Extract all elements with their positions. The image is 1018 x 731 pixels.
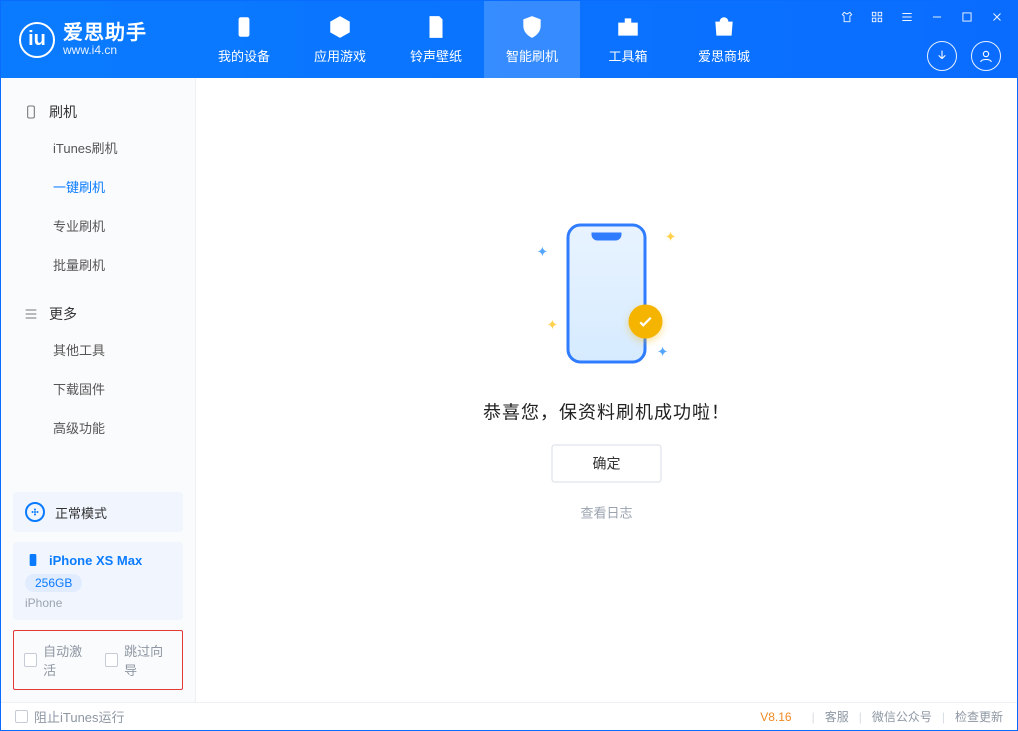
music-file-icon (423, 14, 449, 40)
footer-link-support[interactable]: 客服 (825, 708, 849, 725)
sidebar-item-download-firmware[interactable]: 下载固件 (1, 369, 195, 408)
sparkle-icon: ✦ (547, 317, 559, 334)
checkbox-box (105, 653, 118, 667)
tab-toolbox[interactable]: 工具箱 (580, 1, 676, 78)
separator: | (942, 710, 945, 724)
menu-icon[interactable] (897, 7, 917, 27)
success-panel: ✦ ✦ ✦ ✦ 恭喜您，保资料刷机成功啦！ 确定 查看日志 (483, 209, 730, 522)
window-controls (837, 7, 1007, 27)
footer-link-wechat[interactable]: 微信公众号 (872, 708, 932, 725)
app-url: www.i4.cn (63, 44, 147, 57)
cube-icon (327, 14, 353, 40)
checkbox-label: 阻止iTunes运行 (34, 707, 125, 726)
tab-apps[interactable]: 应用游戏 (292, 1, 388, 78)
tab-label: 智能刷机 (506, 46, 558, 65)
footer-right: V8.16 | 客服 | 微信公众号 | 检查更新 (760, 708, 1003, 725)
sidebar-item-one-click-flash[interactable]: 一键刷机 (1, 167, 195, 206)
phone-icon (23, 104, 39, 120)
sparkle-icon: ✦ (665, 229, 677, 246)
logo-text: 爱思助手 www.i4.cn (63, 22, 147, 57)
main-content: ✦ ✦ ✦ ✦ 恭喜您，保资料刷机成功啦！ 确定 查看日志 (196, 78, 1017, 702)
shield-refresh-icon (519, 14, 545, 40)
success-illustration: ✦ ✦ ✦ ✦ (507, 209, 707, 379)
sidebar-item-advanced[interactable]: 高级功能 (1, 408, 195, 447)
phone-illustration (567, 224, 647, 364)
phone-icon (25, 552, 41, 568)
checkbox-label: 自动激活 (43, 641, 91, 679)
tab-label: 工具箱 (608, 46, 647, 65)
nav-title-label: 更多 (49, 304, 77, 324)
separator: | (812, 710, 815, 724)
checkbox-box (15, 710, 28, 723)
main-tabs: 我的设备 应用游戏 铃声壁纸 智能刷机 工具箱 爱思商城 (196, 1, 772, 78)
ok-button[interactable]: 确定 (552, 445, 662, 483)
account-button[interactable] (971, 41, 1001, 71)
checkmark-badge-icon (629, 305, 663, 339)
minimize-button[interactable] (927, 7, 947, 27)
sparkle-icon: ✦ (537, 244, 549, 261)
sidebar-item-batch-flash[interactable]: 批量刷机 (1, 245, 195, 284)
nav-section-title: 更多 (1, 298, 195, 330)
device-name: iPhone XS Max (49, 553, 142, 568)
footer: 阻止iTunes运行 V8.16 | 客服 | 微信公众号 | 检查更新 (1, 702, 1017, 730)
mode-icon (25, 502, 45, 522)
sidebar-item-pro-flash[interactable]: 专业刷机 (1, 206, 195, 245)
sidebar-item-itunes-flash[interactable]: iTunes刷机 (1, 128, 195, 167)
device-card[interactable]: iPhone XS Max 256GB iPhone (13, 542, 183, 620)
mode-label: 正常模式 (55, 503, 107, 522)
auto-activate-checkbox[interactable]: 自动激活 (24, 641, 91, 679)
sidebar-item-other-tools[interactable]: 其他工具 (1, 330, 195, 369)
logo-block: iu 爱思助手 www.i4.cn (1, 1, 196, 78)
checkbox-box (24, 653, 37, 667)
header-right (837, 1, 1017, 78)
shirt-icon[interactable] (837, 7, 857, 27)
separator: | (859, 710, 862, 724)
version-label: V8.16 (760, 710, 791, 724)
list-icon (23, 306, 39, 322)
sidebar-bottom: 正常模式 iPhone XS Max 256GB iPhone 自动激活 跳过向… (1, 492, 195, 702)
logo-icon: iu (19, 22, 55, 58)
tab-label: 我的设备 (218, 46, 270, 65)
store-icon (711, 14, 737, 40)
tab-flash[interactable]: 智能刷机 (484, 1, 580, 78)
grid-icon[interactable] (867, 7, 887, 27)
tab-my-device[interactable]: 我的设备 (196, 1, 292, 78)
app-name: 爱思助手 (63, 22, 147, 44)
close-button[interactable] (987, 7, 1007, 27)
view-log-link[interactable]: 查看日志 (580, 503, 632, 522)
tab-label: 铃声壁纸 (410, 46, 462, 65)
block-itunes-checkbox[interactable]: 阻止iTunes运行 (15, 707, 125, 726)
mode-card[interactable]: 正常模式 (13, 492, 183, 532)
body: 刷机 iTunes刷机 一键刷机 专业刷机 批量刷机 更多 其他工具 下载固件 … (1, 78, 1017, 702)
nav-title-label: 刷机 (49, 102, 77, 122)
tab-ringtones[interactable]: 铃声壁纸 (388, 1, 484, 78)
tab-label: 应用游戏 (314, 46, 366, 65)
device-icon (231, 14, 257, 40)
sparkle-icon: ✦ (657, 344, 669, 361)
success-message: 恭喜您，保资料刷机成功啦！ (483, 399, 730, 425)
tab-label: 爱思商城 (698, 46, 750, 65)
sidebar-nav: 刷机 iTunes刷机 一键刷机 专业刷机 批量刷机 更多 其他工具 下载固件 … (1, 96, 195, 447)
nav-group-more: 更多 其他工具 下载固件 高级功能 (1, 298, 195, 447)
device-storage-badge: 256GB (25, 574, 82, 592)
download-button[interactable] (927, 41, 957, 71)
maximize-button[interactable] (957, 7, 977, 27)
nav-section-title: 刷机 (1, 96, 195, 128)
tab-store[interactable]: 爱思商城 (676, 1, 772, 78)
footer-link-update[interactable]: 检查更新 (955, 708, 1003, 725)
toolbox-icon (615, 14, 641, 40)
nav-group-flash: 刷机 iTunes刷机 一键刷机 专业刷机 批量刷机 (1, 96, 195, 284)
device-type: iPhone (25, 596, 171, 610)
footer-left: 阻止iTunes运行 (15, 707, 125, 726)
app-header: iu 爱思助手 www.i4.cn 我的设备 应用游戏 铃声壁纸 智能刷机 工具… (1, 1, 1017, 78)
skip-guide-checkbox[interactable]: 跳过向导 (105, 641, 172, 679)
header-actions (927, 41, 1001, 71)
sidebar: 刷机 iTunes刷机 一键刷机 专业刷机 批量刷机 更多 其他工具 下载固件 … (1, 78, 196, 702)
checkbox-label: 跳过向导 (124, 641, 172, 679)
flash-options-box: 自动激活 跳过向导 (13, 630, 183, 690)
